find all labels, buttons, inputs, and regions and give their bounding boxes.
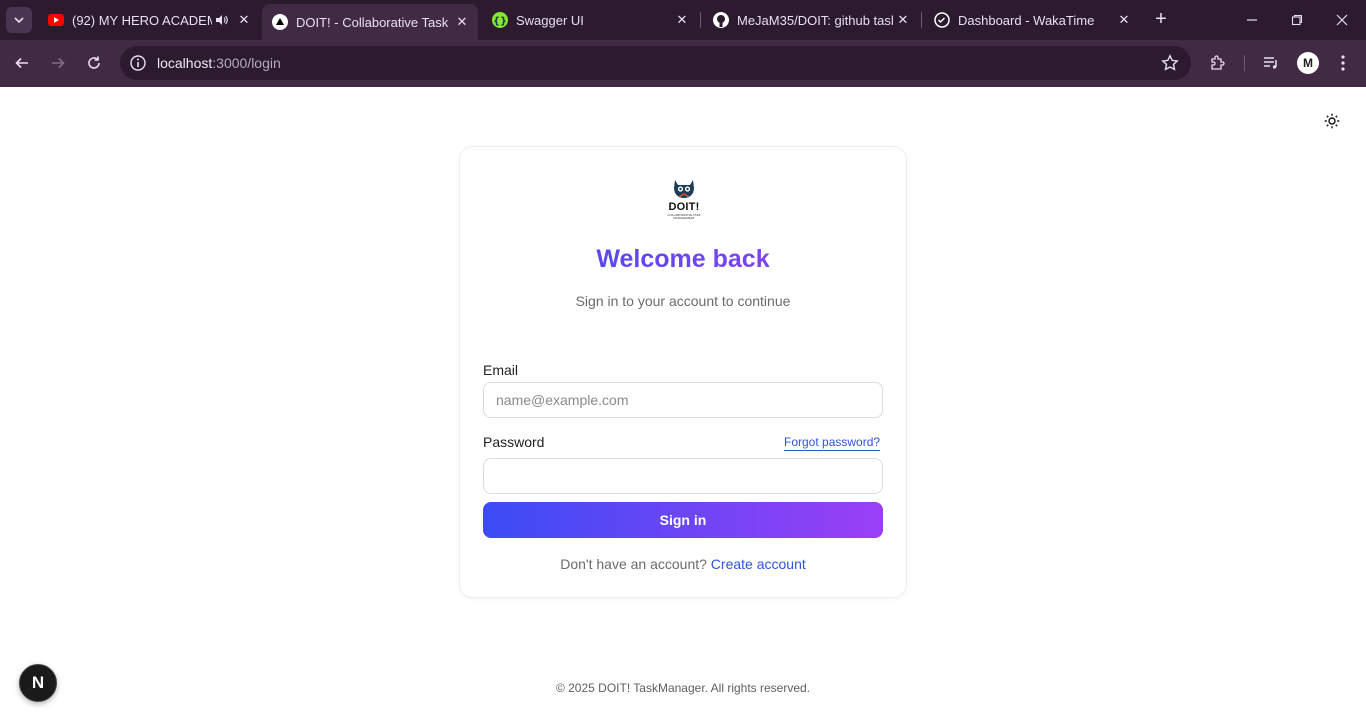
tab-separator (700, 12, 701, 28)
restore-button[interactable] (1285, 8, 1309, 32)
toolbar-divider (1244, 55, 1245, 71)
create-account-link[interactable]: Create account (711, 556, 806, 572)
chevron-down-icon (14, 17, 24, 24)
browser-menu-button[interactable] (1332, 52, 1354, 74)
email-label: Email (483, 362, 519, 378)
forgot-password-link[interactable]: Forgot password? (784, 435, 881, 451)
cat-mascot-icon (674, 180, 694, 198)
github-icon (713, 12, 729, 28)
reload-button[interactable] (82, 51, 106, 75)
browser-tab-wakatime[interactable]: Dashboard - WakaTime ✕ (924, 0, 1140, 40)
media-queue-icon (1264, 57, 1277, 69)
tab-separator (921, 12, 922, 28)
forward-button[interactable] (46, 51, 70, 75)
youtube-icon (48, 12, 64, 28)
close-icon (1336, 14, 1348, 26)
tab-title: (92) MY HERO ACADEMI (72, 12, 212, 28)
speaker-icon[interactable] (212, 13, 230, 27)
svg-text:{}: {} (493, 16, 507, 27)
more-vert-icon (1341, 55, 1345, 71)
url-path: :3000/login (212, 55, 281, 71)
site-info-icon[interactable] (129, 54, 147, 72)
profile-avatar[interactable]: M (1297, 52, 1319, 74)
nextjs-dev-tools-button[interactable]: N (19, 664, 57, 702)
close-icon[interactable]: ✕ (672, 10, 692, 30)
close-icon[interactable]: ✕ (1114, 10, 1134, 30)
no-account-text: Don't have an account? (560, 556, 707, 572)
url-text: localhost:3000/login (157, 55, 281, 71)
tab-title: Swagger UI (516, 12, 584, 28)
browser-tab-doit[interactable]: DOIT! - Collaborative Task M ✕ (262, 4, 478, 40)
tab-title: MeJaM35/DOIT: github task (737, 12, 893, 28)
tab-search-button[interactable] (6, 7, 32, 33)
login-card: DOIT! COLLABORATIVE TASK MANAGEMENT Welc… (459, 146, 907, 598)
app-logo: DOIT! COLLABORATIVE TASK MANAGEMENT (664, 177, 704, 223)
star-icon[interactable] (1161, 54, 1179, 72)
tab-title: DOIT! - Collaborative Task M (296, 14, 452, 30)
nextjs-icon (272, 14, 288, 30)
close-icon[interactable]: ✕ (452, 12, 472, 32)
minimize-icon (1247, 19, 1257, 21)
page-title: Welcome back (460, 245, 906, 274)
address-bar[interactable]: localhost:3000/login (120, 46, 1191, 80)
extensions-button[interactable] (1207, 52, 1229, 74)
browser-tab-youtube[interactable]: (92) MY HERO ACADEMI ✕ (38, 0, 260, 40)
new-tab-button[interactable]: + (1150, 9, 1172, 31)
sun-icon (1324, 113, 1340, 129)
swagger-icon: {} (492, 12, 508, 28)
footer-copyright: © 2025 DOIT! TaskManager. All rights res… (555, 681, 811, 695)
wakatime-icon (934, 12, 950, 28)
close-icon[interactable]: ✕ (234, 10, 254, 30)
browser-tab-github[interactable]: MeJaM35/DOIT: github task ✕ (703, 0, 919, 40)
email-field[interactable] (483, 382, 883, 418)
browser-tab-strip: (92) MY HERO ACADEMI ✕ DOIT! - Collabora… (0, 0, 1366, 40)
minimize-button[interactable] (1240, 8, 1264, 32)
reload-icon (88, 56, 100, 69)
page-subtitle: Sign in to your account to continue (575, 293, 791, 309)
tab-title: Dashboard - WakaTime (958, 12, 1095, 28)
password-label: Password (483, 434, 545, 450)
arrow-left-icon (15, 57, 28, 69)
puzzle-icon (1211, 55, 1225, 70)
password-field[interactable] (483, 458, 883, 494)
arrow-right-icon (52, 57, 65, 69)
browser-tab-swagger[interactable]: {} Swagger UI ✕ (482, 0, 698, 40)
window-close-button[interactable] (1330, 8, 1354, 32)
sign-in-button[interactable]: Sign in (483, 502, 883, 538)
logo-tagline: COLLABORATIVE TASK MANAGEMENT (667, 213, 701, 220)
theme-toggle-button[interactable] (1321, 110, 1343, 132)
logo-wordmark: DOIT! (668, 201, 700, 213)
media-controls-button[interactable] (1260, 52, 1282, 74)
browser-toolbar: localhost:3000/login M (0, 40, 1366, 87)
url-host: localhost (157, 55, 213, 71)
back-button[interactable] (10, 51, 34, 75)
signup-prompt: Don't have an account? Create account (460, 556, 906, 572)
close-icon[interactable]: ✕ (893, 10, 913, 30)
restore-icon (1291, 14, 1303, 26)
